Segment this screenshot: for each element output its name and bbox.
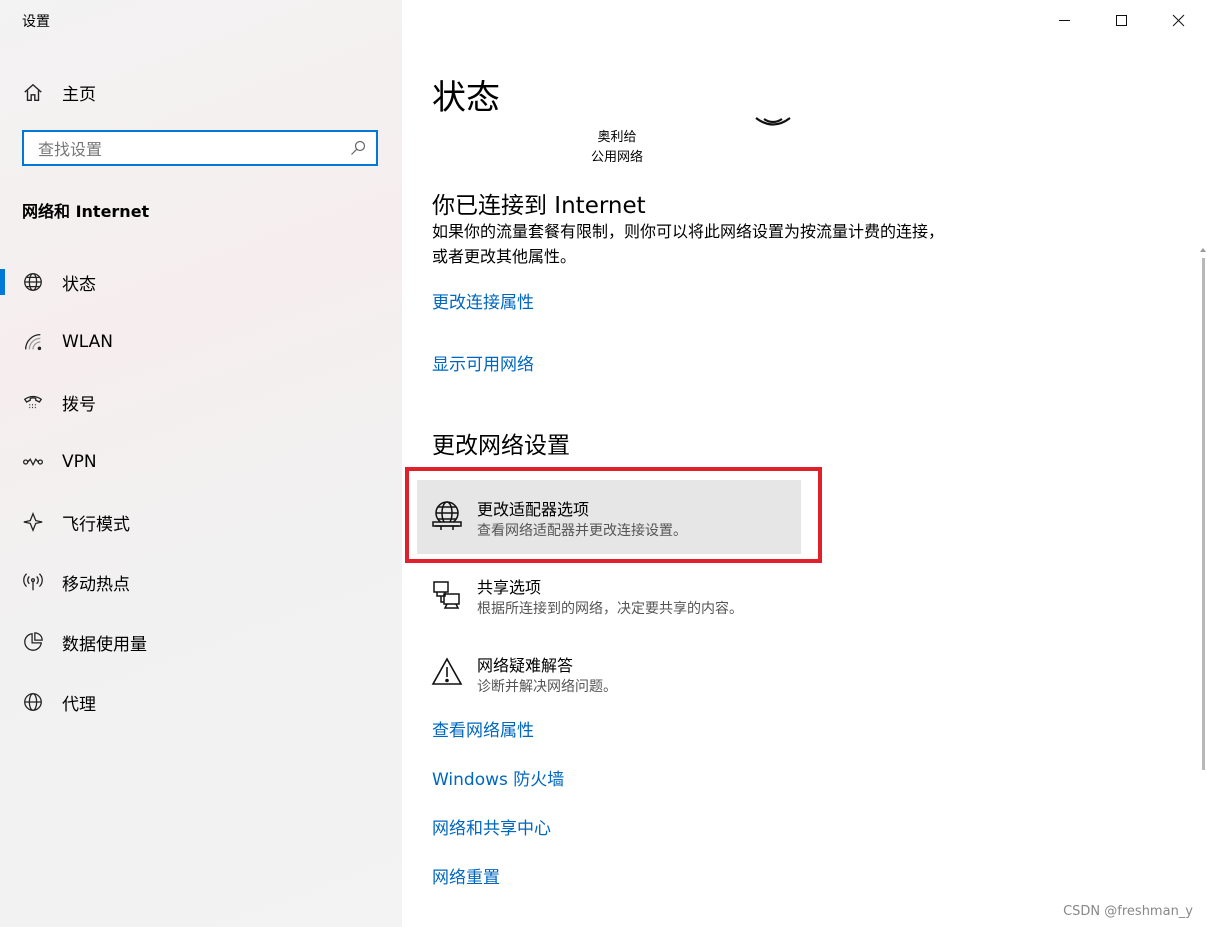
minimize-button[interactable] xyxy=(1036,0,1093,40)
network-info: 奥利给 公用网络 xyxy=(552,128,682,168)
sidebar-item-hotspot[interactable]: 移动热点 xyxy=(0,552,402,612)
dialup-icon xyxy=(22,391,44,413)
section-title: 网络和 Internet xyxy=(22,202,150,221)
show-available-networks-link[interactable]: 显示可用网络 xyxy=(432,350,534,375)
vpn-icon xyxy=(22,451,44,473)
sidebar-item-label: VPN xyxy=(62,452,97,472)
scrollbar[interactable] xyxy=(1199,40,1207,927)
sidebar-nav: 状态 WLAN 拨号 VPN 飞行模式 移动热点 数据使用量 代理 xyxy=(0,252,402,732)
scrollbar-thumb[interactable] xyxy=(1202,258,1205,770)
close-icon xyxy=(1172,14,1185,26)
globe-icon xyxy=(22,691,44,713)
maximize-button[interactable] xyxy=(1093,0,1150,40)
sidebar-item-label: 代理 xyxy=(62,694,96,715)
option-title: 网络疑难解答 xyxy=(477,656,574,675)
change-settings-heading: 更改网络设置 xyxy=(432,433,570,459)
network-name: 奥利给 xyxy=(597,130,637,145)
sidebar-item-label: 数据使用量 xyxy=(62,634,147,655)
wifi-icon xyxy=(22,331,44,353)
watermark: CSDN @freshman_y xyxy=(1063,904,1193,919)
page-title: 状态 xyxy=(432,78,500,118)
network-type: 公用网络 xyxy=(590,150,643,165)
warning-icon xyxy=(431,657,463,685)
windows-firewall-link[interactable]: Windows 防火墙 xyxy=(432,765,564,790)
home-button[interactable]: 主页 xyxy=(22,80,96,105)
sidebar-item-label: 飞行模式 xyxy=(62,514,130,535)
airplane-icon xyxy=(22,511,44,533)
home-icon xyxy=(24,83,42,101)
sidebar-item-proxy[interactable]: 代理 xyxy=(0,672,402,732)
sharing-options[interactable]: 共享选项 根据所连接到的网络，决定要共享的内容。 xyxy=(417,558,801,632)
window-controls xyxy=(1036,0,1207,40)
close-button[interactable] xyxy=(1150,0,1207,40)
view-network-properties-link[interactable]: 查看网络属性 xyxy=(432,716,534,741)
option-title: 共享选项 xyxy=(477,578,542,597)
sidebar-item-wlan[interactable]: WLAN xyxy=(0,312,402,372)
scroll-up-arrow-icon[interactable] xyxy=(1199,246,1207,254)
sidebar-item-data-usage[interactable]: 数据使用量 xyxy=(0,612,402,672)
network-sharing-center-link[interactable]: 网络和共享中心 xyxy=(432,814,551,839)
sidebar-item-label: 状态 xyxy=(62,274,96,295)
option-description: 根据所连接到的网络，决定要共享的内容。 xyxy=(477,601,743,617)
highlight-annotation-box xyxy=(405,467,822,563)
pie-chart-icon xyxy=(22,631,44,653)
sharing-icon xyxy=(433,581,460,609)
sidebar-item-status[interactable]: 状态 xyxy=(0,252,402,312)
globe-icon xyxy=(22,271,44,293)
network-reset-link[interactable]: 网络重置 xyxy=(432,863,500,888)
minimize-icon xyxy=(1059,19,1070,21)
sidebar-item-label: WLAN xyxy=(62,332,114,352)
sidebar-item-label: 移动热点 xyxy=(62,574,130,595)
home-label: 主页 xyxy=(62,85,96,105)
search-icon[interactable] xyxy=(350,140,366,156)
search-input[interactable] xyxy=(24,132,340,166)
option-description: 诊断并解决网络问题。 xyxy=(477,679,617,695)
sidebar-item-dialup[interactable]: 拨号 xyxy=(0,372,402,432)
network-globe-icon xyxy=(755,117,791,126)
connected-heading: 你已连接到 Internet xyxy=(432,193,646,219)
sidebar-item-vpn[interactable]: VPN xyxy=(0,432,402,492)
main-content: 状态 奥利给 公用网络 你已连接到 Internet 如果你的流量套餐有限制，则… xyxy=(402,0,1207,927)
network-troubleshooter[interactable]: 网络疑难解答 诊断并解决网络问题。 xyxy=(417,636,801,710)
sidebar-item-airplane[interactable]: 飞行模式 xyxy=(0,492,402,552)
window-title: 设置 xyxy=(22,14,50,30)
search-box[interactable] xyxy=(22,130,378,166)
sidebar-item-label: 拨号 xyxy=(62,394,96,415)
maximize-icon xyxy=(1116,14,1127,26)
sidebar: 设置 主页 网络和 Internet 状态 WLAN xyxy=(0,0,402,927)
connected-description: 如果你的流量套餐有限制，则你可以将此网络设置为按流量计费的连接，或者更改其他属性… xyxy=(432,222,945,266)
change-connection-properties-link[interactable]: 更改连接属性 xyxy=(432,288,534,313)
hotspot-icon xyxy=(22,571,44,593)
